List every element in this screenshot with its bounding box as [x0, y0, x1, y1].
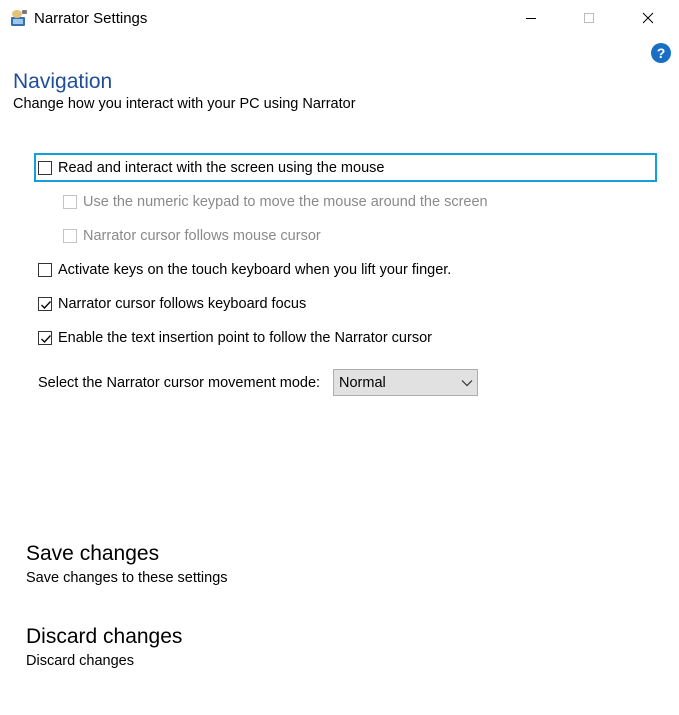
- touch-keyboard-checkbox[interactable]: [38, 263, 52, 277]
- option-label: Use the numeric keypad to move the mouse…: [83, 194, 488, 210]
- chevron-down-icon: [457, 379, 477, 387]
- cursor-mode-dropdown[interactable]: Normal: [333, 369, 478, 396]
- checkmark-icon: [41, 335, 51, 343]
- close-button[interactable]: [625, 0, 671, 36]
- text-insertion-checkbox[interactable]: [38, 331, 52, 345]
- save-changes-description: Save changes to these settings: [26, 570, 228, 586]
- checkmark-icon: [41, 301, 51, 309]
- follows-keyboard-checkbox[interactable]: [38, 297, 52, 311]
- option-label: Activate keys on the touch keyboard when…: [58, 262, 452, 278]
- option-numeric-keypad[interactable]: Use the numeric keypad to move the mouse…: [63, 192, 488, 212]
- option-follows-keyboard[interactable]: Narrator cursor follows keyboard focus: [38, 294, 306, 314]
- close-icon: [642, 12, 654, 24]
- narrator-app-icon: [9, 8, 29, 28]
- maximize-icon: [584, 13, 594, 23]
- window-title: Narrator Settings: [34, 10, 148, 27]
- option-label: Read and interact with the screen using …: [58, 160, 385, 176]
- save-changes-link[interactable]: Save changes Save changes to these setti…: [26, 541, 228, 587]
- cursor-mode-value: Normal: [339, 374, 386, 391]
- page-subtitle: Change how you interact with your PC usi…: [13, 96, 356, 112]
- save-changes-title: Save changes: [26, 542, 160, 565]
- option-label: Enable the text insertion point to follo…: [58, 330, 432, 346]
- follows-mouse-checkbox[interactable]: [63, 229, 77, 243]
- discard-changes-title: Discard changes: [26, 625, 183, 648]
- minimize-button[interactable]: [508, 0, 554, 36]
- minimize-icon: [526, 18, 536, 19]
- help-icon[interactable]: ?: [651, 43, 671, 63]
- option-label: Narrator cursor follows keyboard focus: [58, 296, 307, 312]
- numeric-keypad-checkbox[interactable]: [63, 195, 77, 209]
- page-title: Navigation: [13, 70, 113, 93]
- maximize-button[interactable]: [566, 0, 612, 36]
- discard-changes-description: Discard changes: [26, 653, 134, 669]
- option-label: Narrator cursor follows mouse cursor: [83, 228, 321, 244]
- read-with-mouse-checkbox[interactable]: [38, 161, 52, 175]
- cursor-mode-label: Select the Narrator cursor movement mode…: [38, 375, 321, 391]
- option-read-with-mouse[interactable]: Read and interact with the screen using …: [38, 158, 384, 178]
- option-text-insertion[interactable]: Enable the text insertion point to follo…: [38, 328, 432, 348]
- title-bar: Narrator Settings: [0, 0, 679, 38]
- discard-changes-link[interactable]: Discard changes Discard changes: [26, 624, 182, 670]
- option-follows-mouse[interactable]: Narrator cursor follows mouse cursor: [63, 226, 321, 246]
- option-touch-keyboard[interactable]: Activate keys on the touch keyboard when…: [38, 260, 451, 280]
